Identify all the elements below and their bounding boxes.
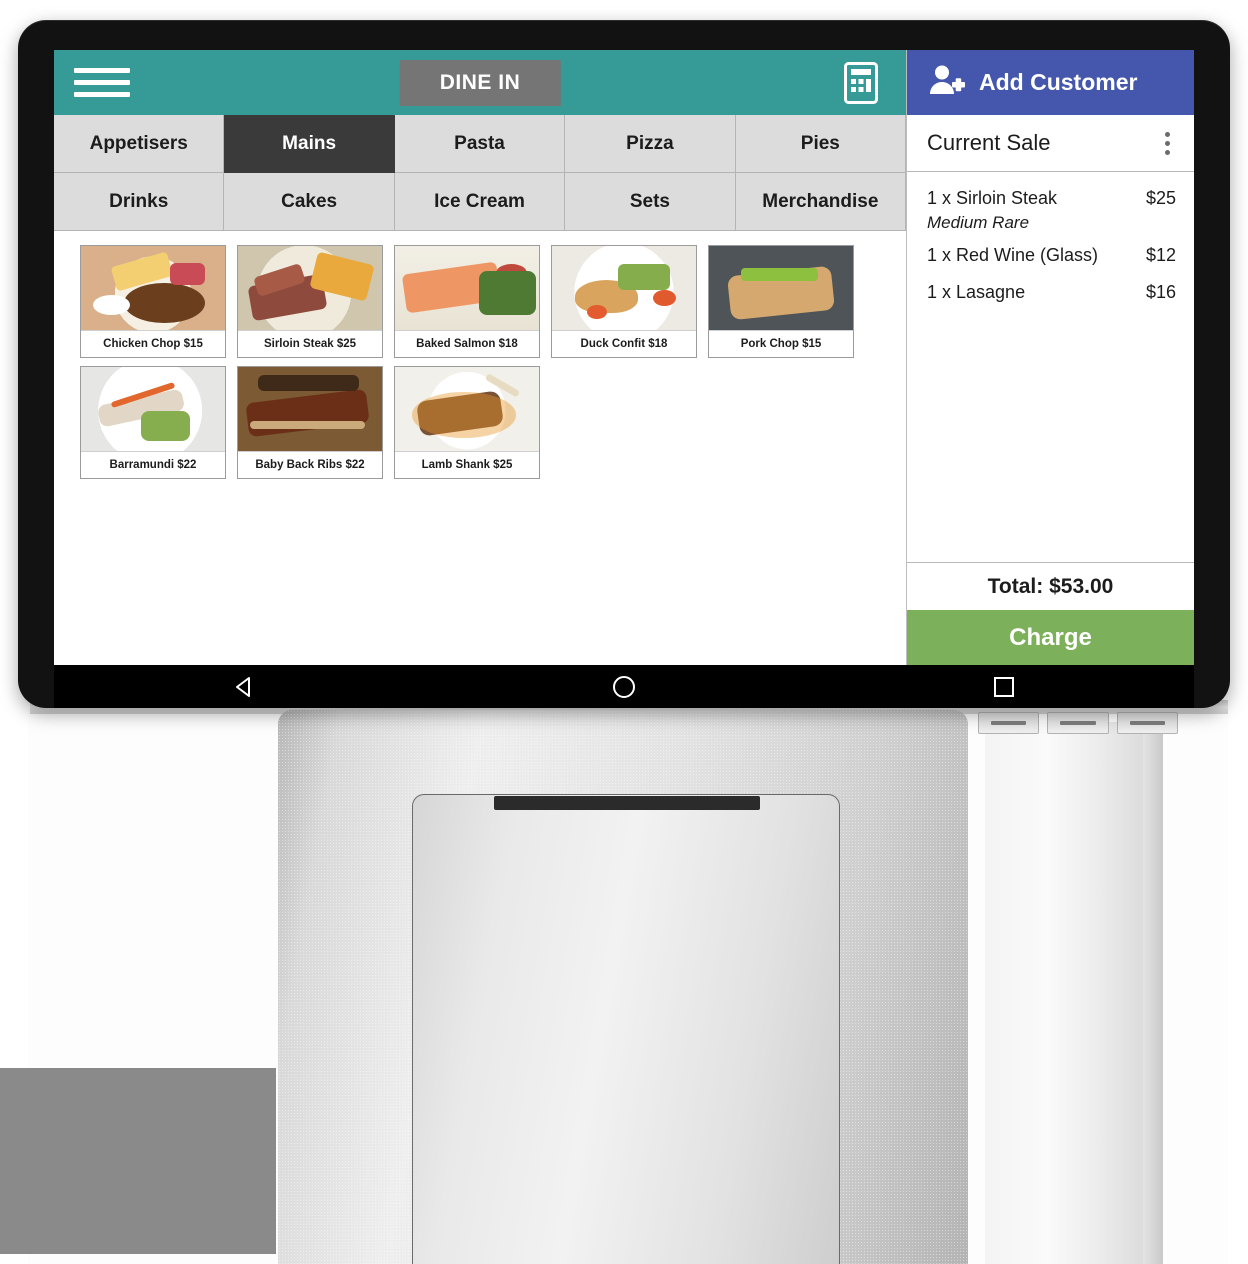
tablet-screen: DINE IN Appetisers Mains Pasta Pizza Pie… [54, 50, 1194, 665]
pos-app: DINE IN Appetisers Mains Pasta Pizza Pie… [54, 50, 1194, 665]
category-tab-pies[interactable]: Pies [735, 115, 907, 173]
recents-square-icon[interactable] [964, 665, 1044, 708]
line-item-name: 1 x Red Wine (Glass) [927, 245, 1099, 265]
receipt-slot [494, 796, 760, 810]
product-image [395, 367, 539, 451]
category-tabs: Appetisers Mains Pasta Pizza Pies Drinks… [54, 115, 907, 231]
line-item-price: $16 [1145, 282, 1176, 302]
background-gray-block [0, 1068, 276, 1254]
product-tile[interactable]: Chicken Chop $15 [80, 245, 226, 358]
current-sale-pane: Add Customer Current Sale 1 x Sirloin St… [906, 50, 1194, 665]
product-tile[interactable]: Lamb Shank $25 [394, 366, 540, 479]
printer-door-panel [412, 794, 840, 1264]
current-sale-header: Current Sale [907, 115, 1194, 172]
charge-button[interactable]: Charge [907, 610, 1194, 665]
category-tab-row-1: Appetisers Mains Pasta Pizza Pies [54, 115, 907, 173]
category-tab-cakes[interactable]: Cakes [224, 173, 395, 231]
product-tile[interactable]: Pork Chop $15 [708, 245, 854, 358]
product-image [81, 367, 225, 451]
line-item-modifier: Medium Rare [927, 213, 1030, 232]
product-grid-area: Chicken Chop $15 Sirloin Steak $25 Baked… [54, 231, 906, 665]
android-nav-bar [54, 665, 1194, 708]
product-label: Pork Chop $15 [709, 330, 853, 357]
current-sale-title: Current Sale [927, 130, 1051, 155]
category-tab-sets[interactable]: Sets [565, 173, 736, 231]
category-tab-ice-cream[interactable]: Ice Cream [394, 173, 566, 231]
base-right-edge [1143, 722, 1163, 1264]
category-tab-merchandise[interactable]: Merchandise [735, 173, 907, 231]
product-label: Baby Back Ribs $22 [238, 451, 382, 478]
category-tab-pasta[interactable]: Pasta [394, 115, 566, 173]
category-tab-mains[interactable]: Mains [224, 115, 395, 173]
product-label: Chicken Chop $15 [81, 330, 225, 357]
screenshot-root: DINE IN Appetisers Mains Pasta Pizza Pie… [0, 0, 1248, 1264]
add-customer-label: Add Customer [979, 69, 1138, 95]
product-label: Barramundi $22 [81, 451, 225, 478]
add-person-icon [929, 64, 965, 101]
sale-line-item[interactable]: 1 x Sirloin Steak $25 Medium Rare [927, 188, 1176, 233]
port-3 [1116, 712, 1178, 734]
category-tab-pizza[interactable]: Pizza [565, 115, 736, 173]
product-tile[interactable]: Sirloin Steak $25 [237, 245, 383, 358]
product-label: Baked Salmon $18 [395, 330, 539, 357]
product-image [709, 246, 853, 330]
line-item-price: $12 [1145, 245, 1176, 265]
calculator-icon[interactable] [844, 61, 878, 104]
sale-line-item[interactable]: 1 x Red Wine (Glass) $12 [927, 245, 1176, 266]
port-2 [1047, 712, 1109, 734]
home-circle-icon[interactable] [584, 665, 664, 708]
kebab-menu-icon[interactable] [1159, 126, 1176, 161]
catalog-pane: DINE IN Appetisers Mains Pasta Pizza Pie… [54, 50, 907, 665]
sale-total: Total: $53.00 [907, 562, 1194, 610]
order-type-button[interactable]: DINE IN [399, 59, 561, 106]
line-item-spacer [927, 270, 1176, 282]
category-tab-drinks[interactable]: Drinks [54, 173, 225, 231]
product-label: Duck Confit $18 [552, 330, 696, 357]
product-label: Lamb Shank $25 [395, 451, 539, 478]
add-customer-button[interactable]: Add Customer [907, 50, 1194, 115]
back-triangle-icon[interactable] [204, 665, 284, 708]
category-tab-appetisers[interactable]: Appetisers [54, 115, 225, 173]
tablet-device: DINE IN Appetisers Mains Pasta Pizza Pie… [18, 20, 1230, 708]
line-item-name: 1 x Lasagne [927, 282, 1026, 302]
product-image [238, 246, 382, 330]
product-tile[interactable]: Duck Confit $18 [551, 245, 697, 358]
base-right-wing [985, 722, 1143, 1264]
port-1 [978, 712, 1040, 734]
product-image [238, 367, 382, 451]
hamburger-menu-icon[interactable] [74, 68, 130, 97]
product-image [395, 246, 539, 330]
product-grid: Chicken Chop $15 Sirloin Steak $25 Baked… [80, 245, 906, 479]
port-cluster [978, 712, 1178, 740]
line-item-price: $25 [1145, 188, 1176, 208]
line-item-name: 1 x Sirloin Steak [927, 188, 1058, 208]
product-tile[interactable]: Baked Salmon $18 [394, 245, 540, 358]
product-label: Sirloin Steak $25 [238, 330, 382, 357]
sale-line-item[interactable]: 1 x Lasagne $16 [927, 282, 1176, 303]
category-tab-row-2: Drinks Cakes Ice Cream Sets Merchandise [54, 173, 907, 231]
app-topbar: DINE IN [54, 50, 906, 115]
product-image [552, 246, 696, 330]
product-tile[interactable]: Barramundi $22 [80, 366, 226, 479]
product-tile[interactable]: Baby Back Ribs $22 [237, 366, 383, 479]
sale-line-items: 1 x Sirloin Steak $25 Medium Rare 1 x Re… [907, 172, 1194, 562]
product-image [81, 246, 225, 330]
